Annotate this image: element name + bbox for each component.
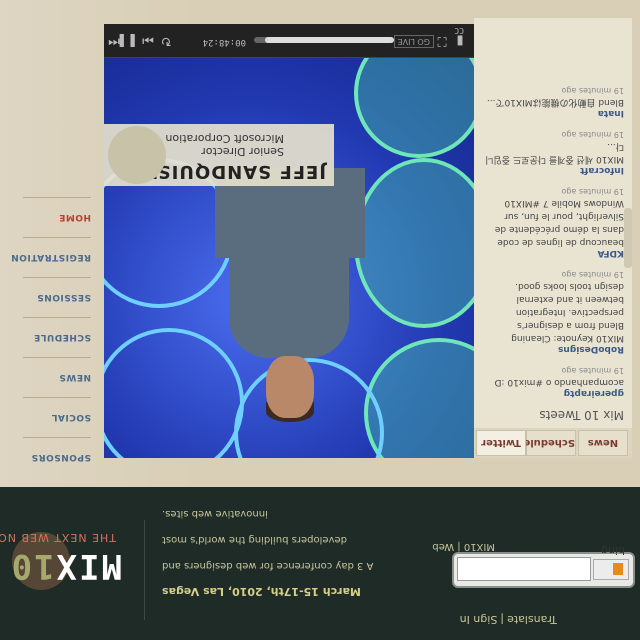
tweet-time: 19 minutes ago: [561, 270, 624, 279]
feed-title: Mix 10 Tweets: [539, 408, 624, 422]
sign-in-link[interactable]: Sign In: [460, 613, 498, 626]
tab-schedule[interactable]: Schedule: [523, 430, 576, 456]
tweet-user[interactable]: KDFA: [484, 248, 624, 258]
page: Translate|Sign In bing MIX10 | Web March…: [0, 0, 640, 640]
nav-item-sponsors[interactable]: SPONSORS: [23, 437, 91, 477]
time-display: 00:48:24: [202, 37, 246, 47]
tweet-user[interactable]: Inata: [484, 108, 624, 118]
logo-tagline: THE NEXT WEB NOW: [0, 531, 116, 544]
nav-item-sessions[interactable]: SESSIONS: [23, 277, 91, 317]
feed-scrollbar[interactable]: [624, 208, 632, 268]
next-icon[interactable]: ⏭: [140, 31, 156, 49]
speaker-head: [266, 356, 314, 418]
tweet-item: RoboDesigns MIX10 Keynote: Cleaning Blen…: [484, 270, 624, 354]
speaker-title: Senior Director: [201, 145, 284, 158]
logo-ten: 10: [9, 546, 55, 586]
social-panel: News Schedule Twitter Mix 10 Tweets gper…: [474, 18, 632, 458]
tweet-item: Inata Blend 自動化の機能はMIX10で... 19 minutes …: [484, 86, 624, 118]
header-links: Translate|Sign In: [459, 613, 557, 626]
conference-date: March 15-17th, 2010, Las Vegas: [162, 585, 361, 598]
logo-mix: MIX: [54, 546, 122, 586]
tweet-text: MIX10 Keynote: Cleaning Blend from a des…: [511, 281, 624, 343]
nav-item-social[interactable]: SOCIAL: [23, 397, 91, 437]
speaker-lower-third: JEFF SANDQUIST Senior Director Microsoft…: [104, 124, 334, 186]
cc-icon[interactable]: CC: [454, 26, 464, 35]
conference-description: A 3 day conference for web designers and…: [162, 508, 374, 571]
mix-badge-icon: [108, 126, 166, 184]
tweet-item: Infocraft MIX10 세션 중계를 다운로드 중입니다... 19 m…: [484, 130, 624, 175]
go-live-button[interactable]: GO LIVE: [393, 35, 434, 48]
nav-item-schedule[interactable]: SCHEDULE: [23, 317, 91, 357]
tweet-user[interactable]: Infocraft: [484, 165, 624, 175]
search-button[interactable]: bing: [593, 544, 629, 580]
tweet-item: gpereiraptg acompanhando o #mix10 :D 19 …: [484, 366, 624, 398]
player-controls: ▮ ⛶ GO LIVE CC 00:48:24 ↻ ⏭ ❚❚ ⏮: [104, 24, 474, 58]
tweet-text: acompanhando o #mix10 :D: [494, 377, 624, 387]
main-nav: SPONSORS SOCIAL NEWS SCHEDULE SESSIONS R…: [11, 197, 91, 477]
speaker-name: JEFF SANDQUIST: [143, 161, 326, 182]
translate-link[interactable]: Translate: [507, 613, 557, 626]
tweet-text: MIX10 세션 중계를 다운로드 중입니다...: [485, 141, 624, 164]
mix10-logo[interactable]: MIX10 THE NEXT WEB NOW: [0, 522, 122, 592]
logo-wordmark: MIX10: [10, 546, 122, 586]
search-input[interactable]: [457, 557, 591, 581]
nav-item-home[interactable]: HOME: [23, 197, 91, 237]
fullscreen-icon[interactable]: ⛶: [434, 31, 450, 49]
tweet-text: Blend 自動化の機能はMIX10で...: [486, 97, 624, 107]
speaker-role: Senior Director Microsoft Corporation: [165, 132, 284, 158]
tweet-time: 19 minutes ago: [561, 187, 624, 196]
tweet-item: KDFA beaucoup de lignes de code dans la …: [484, 187, 624, 258]
conference-info: March 15-17th, 2010, Las Vegas A 3 day c…: [162, 500, 392, 604]
speaker-company: Microsoft Corporation: [165, 132, 284, 145]
speaker-body: [229, 168, 349, 358]
video-player[interactable]: JEFF SANDQUIST Senior Director Microsoft…: [104, 58, 474, 458]
speaker-arm: [339, 168, 365, 258]
search-box: bing: [452, 544, 635, 588]
search-button-label: bing: [601, 544, 625, 557]
bing-icon: [613, 563, 623, 575]
replay-icon[interactable]: ↻: [158, 31, 174, 49]
tweet-list: gpereiraptg acompanhando o #mix10 :D 19 …: [484, 74, 624, 398]
site-header: Translate|Sign In bing MIX10 | Web March…: [0, 487, 640, 640]
tweet-time: 19 minutes ago: [561, 86, 624, 95]
tab-twitter[interactable]: Twitter: [476, 430, 526, 456]
panel-tabs: News Schedule Twitter: [474, 428, 632, 458]
nav-item-news[interactable]: NEWS: [23, 357, 91, 397]
tweet-user[interactable]: RoboDesigns: [484, 344, 624, 354]
tweet-user[interactable]: gpereiraptg: [484, 388, 624, 398]
tweet-text: beaucoup de lignes de code dans la démo …: [494, 198, 624, 247]
header-divider: [144, 520, 145, 620]
tweet-time: 19 minutes ago: [561, 130, 624, 139]
pause-icon[interactable]: ❚❚: [116, 31, 138, 49]
seek-progress: [265, 37, 394, 43]
search-caption: MIX10 | Web: [432, 541, 495, 552]
previous-icon[interactable]: ⏮: [106, 31, 122, 49]
tab-news[interactable]: News: [578, 430, 628, 456]
tweet-time: 19 minutes ago: [561, 366, 624, 375]
nav-item-registration[interactable]: REGISTRATION: [11, 237, 91, 277]
